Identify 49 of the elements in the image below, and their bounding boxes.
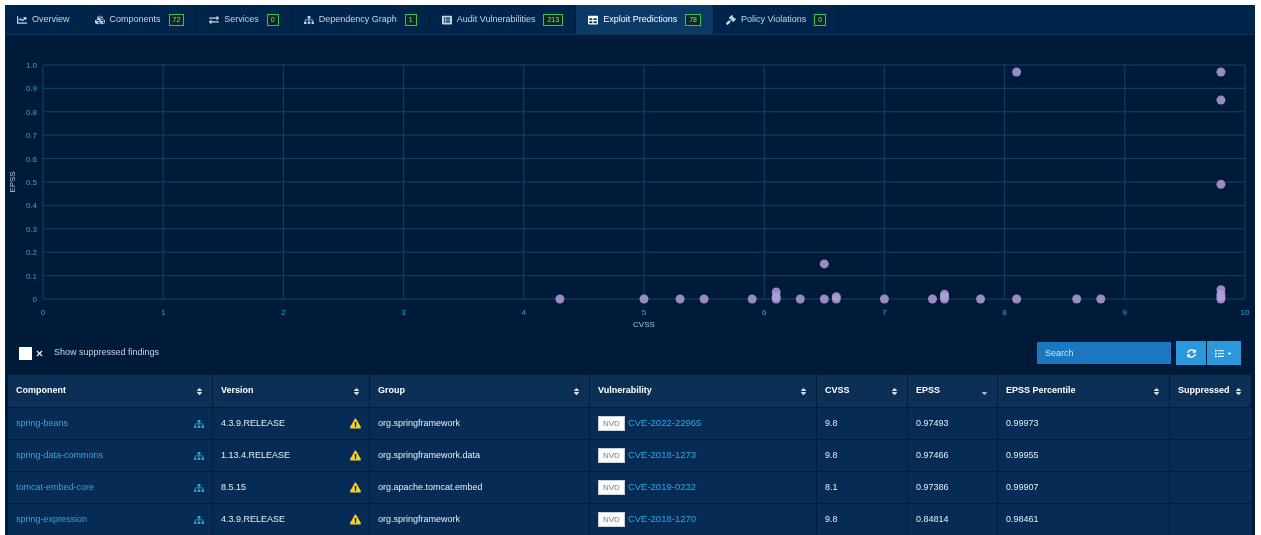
table-cell-text: 9.8 — [825, 448, 838, 462]
x-tick-label: 1 — [160, 308, 166, 317]
x-tick-label: 0 — [40, 308, 46, 317]
toggle-label: Show suppressed findings — [54, 346, 160, 360]
table-cell-text: 0.84814 — [916, 512, 949, 526]
table-cell-text: 0.99907 — [1006, 480, 1039, 494]
x-tick-label: 6 — [761, 308, 767, 317]
table-cell-text: org.springframework — [378, 512, 461, 526]
y-axis-title: EPSS — [8, 171, 17, 193]
y-tick-label: 0.6 — [25, 154, 37, 164]
source-badge: NVD — [598, 416, 625, 431]
y-tick-label: 0.1 — [25, 271, 37, 281]
table-cell-text: 0.97466 — [916, 448, 949, 462]
table-cell-text: 9.8 — [825, 512, 838, 526]
y-tick-label: 0 — [32, 295, 37, 304]
source-badge: NVD — [598, 448, 625, 463]
table-cell-text: 0.99973 — [1006, 416, 1039, 430]
y-tick-label: 0.8 — [25, 107, 37, 117]
x-tick-label: 5 — [641, 308, 647, 317]
x-axis-title: CVSS — [633, 320, 655, 329]
x-tick-label: 10 — [1240, 308, 1250, 317]
y-tick-label: 0.3 — [25, 224, 37, 234]
table-cell-text: 9.8 — [825, 416, 838, 430]
x-tick-label: 9 — [1122, 308, 1128, 317]
source-badge: NVD — [598, 480, 625, 495]
x-tick-label: 7 — [882, 308, 887, 317]
table-cell-text: 0.98461 — [1006, 512, 1039, 526]
table-cell-text: org.springframework — [378, 416, 461, 430]
table-cell-text: 4.3.9.RELEASE — [221, 416, 286, 430]
source-badge: NVD — [598, 512, 625, 527]
table-cell-text: 8.1 — [825, 480, 838, 494]
y-tick-label: 0.7 — [25, 131, 37, 141]
table-cell-text: 0.99955 — [1006, 448, 1039, 462]
x-tick-label: 3 — [401, 308, 406, 317]
x-tick-label: 2 — [281, 308, 286, 317]
table-cell-text: org.apache.tomcat.embed — [378, 480, 483, 494]
table-cell-text: org.springframework.data — [378, 448, 481, 462]
x-tick-label: 4 — [521, 308, 527, 317]
y-tick-label: 0.9 — [25, 84, 37, 94]
table-cell-text: 4.3.9.RELEASE — [221, 512, 286, 526]
y-tick-label: 0.5 — [25, 178, 37, 187]
y-tick-label: 0.2 — [25, 248, 37, 258]
table-cell-text: 0.97493 — [916, 416, 949, 430]
y-tick-label: 0.4 — [25, 201, 37, 211]
y-tick-label: 1.0 — [25, 61, 37, 70]
table-cell-text: 8.5.15 — [221, 480, 247, 494]
table-cell-text: 0.97386 — [916, 480, 949, 494]
x-tick-label: 8 — [1002, 308, 1007, 317]
table-cell-text: 1.13.4.RELEASE — [221, 448, 291, 462]
